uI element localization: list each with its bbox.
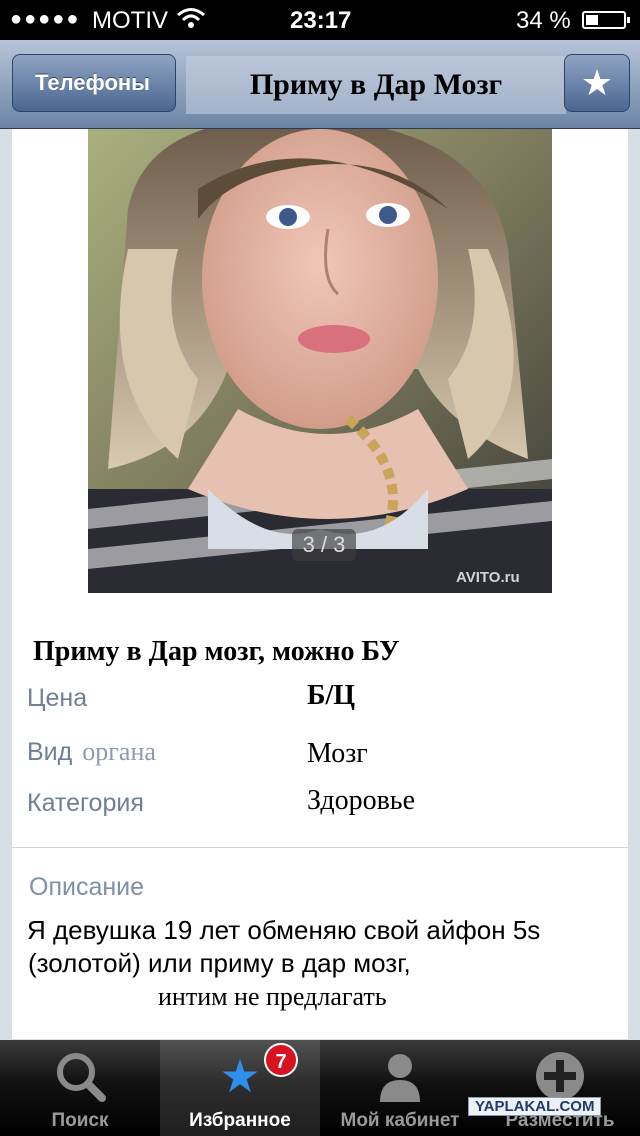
- tab-post[interactable]: Разместить: [480, 1040, 640, 1136]
- battery-percent: 34 %: [516, 7, 571, 34]
- wifi-icon: [176, 6, 206, 37]
- description-label: Описание: [29, 873, 145, 901]
- search-icon: [0, 1048, 160, 1104]
- listing-title: Приму в Дар мозг, можно БУ: [33, 636, 400, 667]
- back-button[interactable]: Телефоны: [12, 54, 176, 112]
- tab-search[interactable]: Поиск: [0, 1040, 160, 1136]
- tab-bar: Поиск ★ Избранное Мой кабинет Разместить: [0, 1040, 640, 1136]
- carrier-name: MOTIV: [92, 7, 168, 34]
- category-label: Категория: [27, 789, 144, 817]
- signal-icon: ●●●●●: [10, 8, 81, 30]
- description-line-2: (золотой) или приму в дар мозг,: [28, 948, 411, 978]
- site-watermark: YAPLAKAL.COM: [468, 1097, 602, 1116]
- battery-icon: [582, 11, 630, 29]
- type-label: Вид органа: [27, 737, 156, 767]
- favorite-button[interactable]: ★: [564, 54, 630, 112]
- price-value: Б/Ц: [307, 680, 356, 711]
- listing-photo[interactable]: [88, 129, 552, 593]
- description-line-1: Я девушка 19 лет обменяю свой айфон 5s: [27, 915, 541, 945]
- tab-search-label: Поиск: [51, 1110, 109, 1131]
- tab-account[interactable]: Мой кабинет: [320, 1040, 480, 1136]
- listing-content: 3 / 3 AVITO.ru: [12, 129, 628, 1039]
- avito-watermark: AVITO.ru: [456, 569, 520, 586]
- clock: 23:17: [290, 7, 352, 34]
- star-icon: ★: [580, 62, 614, 103]
- user-icon: [320, 1048, 480, 1104]
- photo-counter: 3 / 3: [292, 529, 356, 561]
- favorites-badge: 7: [264, 1043, 298, 1077]
- type-label-extra: органа: [82, 737, 156, 766]
- description-line-3: интим не предлагать: [158, 982, 387, 1011]
- type-value: Мозг: [307, 738, 368, 769]
- tab-account-label: Мой кабинет: [340, 1110, 460, 1131]
- price-label: Цена: [27, 684, 88, 712]
- status-bar: ●●●●● MOTIV 23:17 34 %: [0, 0, 640, 40]
- tab-favorites-label: Избранное: [189, 1110, 291, 1131]
- navigation-bar: Телефоны Приму в Дар Мозг ★: [0, 40, 640, 129]
- category-value: Здоровье: [307, 785, 415, 816]
- battery-fill: [586, 15, 598, 25]
- type-label-text: Вид: [27, 738, 73, 766]
- page-title: Приму в Дар Мозг: [186, 56, 566, 114]
- plus-icon: [480, 1048, 640, 1104]
- section-divider: [12, 847, 628, 848]
